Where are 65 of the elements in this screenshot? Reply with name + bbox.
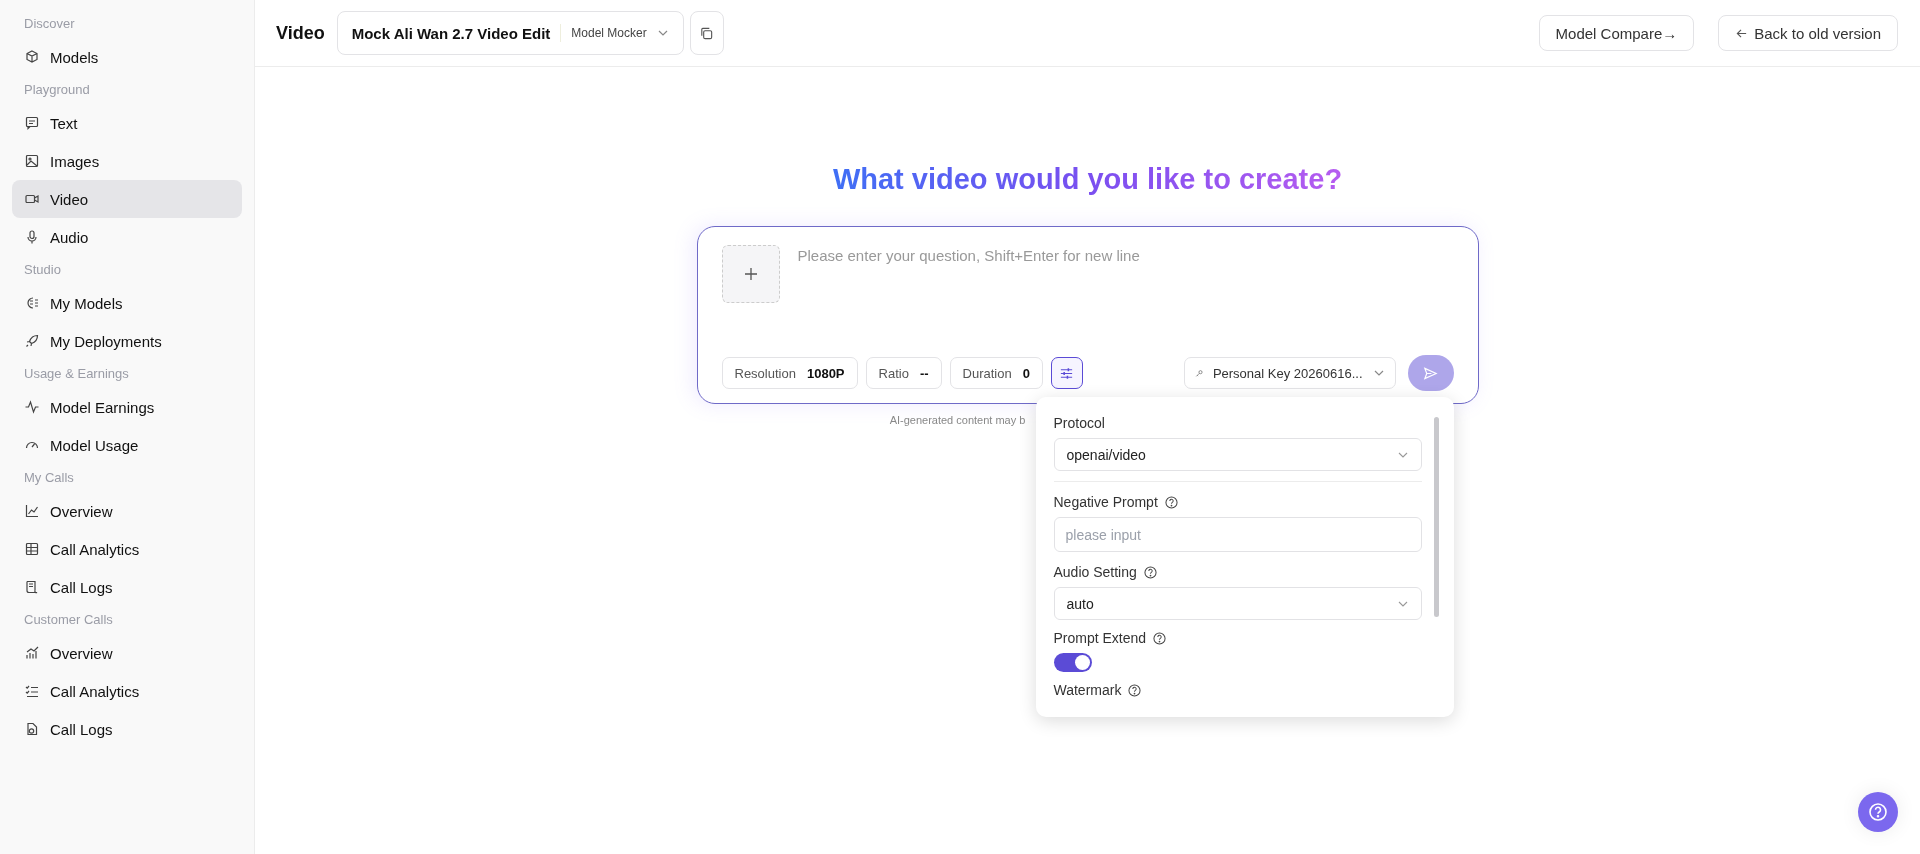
pulse-icon [24, 399, 40, 415]
sidebar-item[interactable]: Call Logs [12, 568, 242, 606]
help-button[interactable] [1858, 792, 1898, 832]
back-button[interactable]: Back to old version [1718, 15, 1898, 51]
sidebar-item[interactable]: Overview [12, 492, 242, 530]
section-heading: Usage & Earnings [23, 365, 130, 383]
api-key-selector[interactable]: Personal Key 20260616... [1183, 357, 1396, 389]
disclaimer-text: AI-generated content may b [889, 414, 1026, 426]
field-label: Audio Setting [1053, 564, 1137, 580]
sidebar-item[interactable]: Call Analytics [12, 530, 242, 568]
field-label: Negative Prompt [1053, 494, 1158, 510]
sidebar-item[interactable]: Video [12, 180, 242, 218]
parameter-chip[interactable]: Duration 0 [949, 357, 1043, 389]
help-icon [1153, 631, 1167, 645]
parameter-chip[interactable]: Resolution 1080P [721, 357, 858, 389]
sidebar-item[interactable]: Images [12, 142, 242, 180]
sidebar-item[interactable]: Models [12, 38, 242, 76]
help-icon [1868, 802, 1888, 822]
doc-icon [24, 721, 40, 737]
list-icon [24, 683, 40, 699]
sliders-icon [1059, 365, 1075, 381]
input-field[interactable]: please input [1053, 517, 1422, 552]
sidebar-item[interactable]: Audio [12, 218, 242, 256]
sidebar-item[interactable]: Text [12, 104, 242, 142]
help-icon [1128, 683, 1142, 697]
send-icon [1423, 365, 1438, 381]
section-heading: Customer Calls [23, 611, 114, 629]
arrow-left-icon [1735, 26, 1749, 40]
model-selector[interactable]: Mock Ali Wan 2.7 Video Edit Model Mocker [336, 11, 684, 55]
model-compare-button[interactable]: Model Compare→ [1538, 15, 1695, 51]
section-heading: My Calls [23, 469, 75, 487]
chart-icon [24, 503, 40, 519]
section-heading: Discover [23, 15, 76, 33]
sidebar-item[interactable]: Call Analytics [12, 672, 242, 710]
help-icon [1164, 495, 1178, 509]
bars-icon [24, 645, 40, 661]
help-icon [1143, 565, 1157, 579]
sidebar-item[interactable]: My Models [12, 284, 242, 322]
sidebar-item[interactable]: Model Usage [12, 426, 242, 464]
field-label: Prompt Extend [1053, 630, 1147, 646]
sidebar-item[interactable]: Overview [12, 634, 242, 672]
section-heading: Playground [23, 81, 91, 99]
sidebar-item[interactable]: Call Logs [12, 710, 242, 748]
scroll-icon [24, 579, 40, 595]
field-label: Protocol [1053, 415, 1105, 431]
parameter-chip[interactable]: Ratio -- [865, 357, 942, 389]
copy-icon [699, 25, 715, 41]
toggle-switch[interactable] [1053, 653, 1092, 672]
text-icon [24, 115, 40, 131]
table-icon [24, 541, 40, 557]
field-label: Watermark [1053, 682, 1122, 698]
sidebar-item[interactable]: Model Earnings [12, 388, 242, 426]
mic-icon [24, 229, 40, 245]
rocket-icon [24, 333, 40, 349]
cube-icon [24, 49, 40, 65]
plus-icon [742, 266, 759, 282]
copy-button[interactable] [689, 11, 724, 55]
image-icon [24, 153, 40, 169]
settings-button[interactable] [1050, 357, 1083, 389]
select-field[interactable]: openai/video [1053, 438, 1422, 471]
prompt-composer[interactable]: Please enter your question, Shift+Enter for new line Resolution 1080P Ratio -- Duration 0 Personal Key 20260616... [696, 226, 1479, 404]
section-heading: Studio [23, 261, 62, 279]
sidebar-item[interactable]: My Deployments [12, 322, 242, 360]
select-field[interactable]: auto [1053, 587, 1422, 620]
page-title: Video [276, 22, 325, 44]
